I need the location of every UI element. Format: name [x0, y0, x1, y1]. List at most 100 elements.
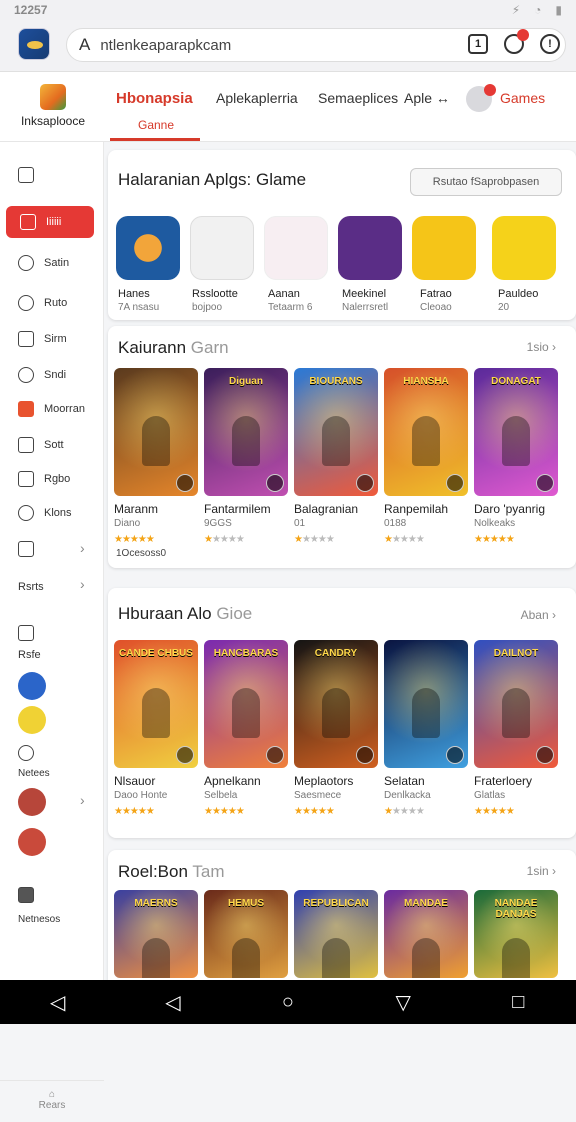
game-art-title: BIOURANS — [309, 376, 363, 387]
game-card[interactable]: NANDAE DANJAS — [474, 890, 558, 978]
game-subtitle: Diano — [114, 518, 141, 529]
app-icon-5[interactable] — [412, 216, 476, 280]
game-name[interactable]: Apnelkann — [204, 774, 261, 788]
sidebar-item-2[interactable]: Ruto — [18, 292, 67, 314]
game-name[interactable]: Fantarmilem — [204, 502, 271, 516]
app-name: Rsslootte — [192, 288, 238, 300]
brand[interactable]: Inksaplooce — [18, 84, 88, 128]
app-icon-1[interactable] — [116, 216, 180, 280]
sidebar-item-label: Ruto — [44, 297, 68, 309]
featured-button[interactable]: Rsutao fSaprobpasen — [410, 168, 562, 196]
app-icon-3[interactable] — [264, 216, 328, 280]
game-card[interactable]: REPUBLICAN — [294, 890, 378, 978]
tab-games[interactable]: Games — [500, 90, 545, 106]
game-subtitle: Nolkeaks — [474, 518, 516, 529]
avatar[interactable] — [18, 828, 46, 856]
chevron-right-icon[interactable]: › — [80, 792, 85, 808]
game-character-art — [502, 688, 530, 738]
game-card[interactable]: Diguan — [204, 368, 288, 496]
game-card[interactable]: CANDE CHBUS — [114, 640, 198, 768]
avatar[interactable] — [18, 788, 46, 816]
game-name[interactable]: Selatan — [384, 774, 425, 788]
dollar-icon — [18, 745, 34, 761]
tab-apps[interactable]: Aplekaplerria — [216, 90, 298, 106]
tab-home[interactable]: Hbonapsia — [116, 90, 193, 107]
game-name[interactable]: Ranpemilah — [384, 502, 448, 516]
sidebar-item-store[interactable] — [18, 538, 34, 560]
game-card[interactable]: DAILNOT — [474, 640, 558, 768]
app-icon-2[interactable] — [190, 216, 254, 280]
active-subtab[interactable]: Ganne — [138, 118, 174, 132]
game-card[interactable] — [384, 640, 468, 768]
game-card[interactable]: MAERNS — [114, 890, 198, 978]
chevron-right-icon[interactable]: › — [80, 540, 85, 556]
chevron-right-icon[interactable]: › — [80, 576, 85, 592]
sidebar-item-active[interactable]: Iiiiii — [6, 206, 94, 238]
sidebar-item-4[interactable]: Sndi — [18, 364, 66, 386]
sidebar-item-profile[interactable] — [18, 622, 34, 644]
game-card[interactable]: BIOURANS — [294, 368, 378, 496]
game-name[interactable]: Fraterloery — [474, 774, 532, 788]
game-card[interactable]: CANDRY — [294, 640, 378, 768]
section-see-all-link[interactable]: 1sio › — [527, 340, 556, 354]
brand-label: Inksaplooce — [20, 114, 86, 128]
game-character-art — [502, 938, 530, 978]
tab-apple[interactable]: Aple ↔ — [404, 90, 450, 106]
sidebar-item-more[interactable]: Rsrts — [18, 576, 44, 598]
sidebar-item-1[interactable]: Satin — [18, 252, 69, 274]
sidebar-item-6[interactable]: Sott — [18, 434, 64, 456]
game-card[interactable]: HEMUS — [204, 890, 288, 978]
app-logo-icon[interactable] — [18, 28, 50, 60]
sidebar-item-label: Sirm — [44, 333, 67, 345]
back-icon[interactable]: ◁ — [42, 990, 74, 1015]
game-name[interactable]: Balagranian — [294, 502, 358, 516]
app-shortcut-icon[interactable] — [18, 706, 46, 734]
game-card[interactable]: HIANSHA — [384, 368, 468, 496]
browser-toolbar: A ntlenkeaparapkcam 1 ! — [0, 20, 576, 72]
sidebar-item-bag[interactable] — [18, 884, 34, 906]
game-card[interactable]: MANDAE — [384, 890, 468, 978]
featured-card: Halaranian Aplgs: Glame Rsutao fSaprobpa… — [108, 150, 576, 320]
sidebar-extra-1: Rsfe — [18, 644, 41, 666]
game-character-art — [322, 688, 350, 738]
game-name[interactable]: Maranm — [114, 502, 158, 516]
sidebar-item-label: Netnesos — [18, 913, 61, 925]
sidebar-collapse[interactable] — [18, 164, 34, 186]
home-icon[interactable]: ○ — [272, 991, 304, 1014]
tabs-icon[interactable]: 1 — [468, 34, 488, 54]
app-icon-6[interactable] — [492, 216, 556, 280]
recents-icon[interactable]: □ — [502, 991, 534, 1014]
controller-badge-icon — [536, 746, 554, 764]
text-size-icon[interactable]: A — [79, 35, 90, 55]
game-name[interactable]: Daro 'pyanrig — [474, 502, 545, 516]
section-see-all-link[interactable]: 1sin › — [527, 864, 556, 878]
sidebar-bottom[interactable]: ⌂ Rears — [0, 1080, 104, 1122]
game-character-art — [412, 688, 440, 738]
game-subtitle: Glatlas — [474, 790, 506, 801]
game-art-title: NANDAE DANJAS — [494, 898, 538, 920]
game-card[interactable] — [114, 368, 198, 496]
section-title: Kaiurann Garn — [118, 338, 229, 358]
sidebar-item-8[interactable]: Klons — [18, 502, 72, 524]
sidebar-item-5[interactable]: Moorran — [18, 398, 85, 420]
game-card[interactable]: HANCBARAS — [204, 640, 288, 768]
game-character-art — [232, 938, 260, 978]
sidebar-item-3[interactable]: Sirm — [18, 328, 67, 350]
game-name[interactable]: Meplaotors — [294, 774, 353, 788]
sidebar-item-7[interactable]: Rgbo — [18, 468, 70, 490]
chevron-down-icon[interactable]: ▽ — [387, 990, 419, 1015]
grid-icon — [20, 214, 36, 230]
section-see-all-link[interactable]: Aban › — [521, 608, 556, 622]
back-icon[interactable]: ◁ — [157, 990, 189, 1015]
game-name[interactable]: Nlsauor — [114, 774, 155, 788]
tab-services[interactable]: Semaeplices — [318, 90, 398, 106]
notification-icon[interactable] — [504, 29, 529, 54]
game-art-title: REPUBLICAN — [303, 898, 369, 909]
game-card[interactable]: DONAGAT — [474, 368, 558, 496]
game-art-title: HIANSHA — [403, 376, 449, 387]
app-shortcut-icon[interactable] — [18, 672, 46, 700]
info-icon[interactable]: ! — [540, 34, 560, 54]
app-icon-4[interactable] — [338, 216, 402, 280]
see-all-label: 1sio — [526, 340, 549, 354]
sidebar-item-cash[interactable] — [18, 742, 34, 764]
